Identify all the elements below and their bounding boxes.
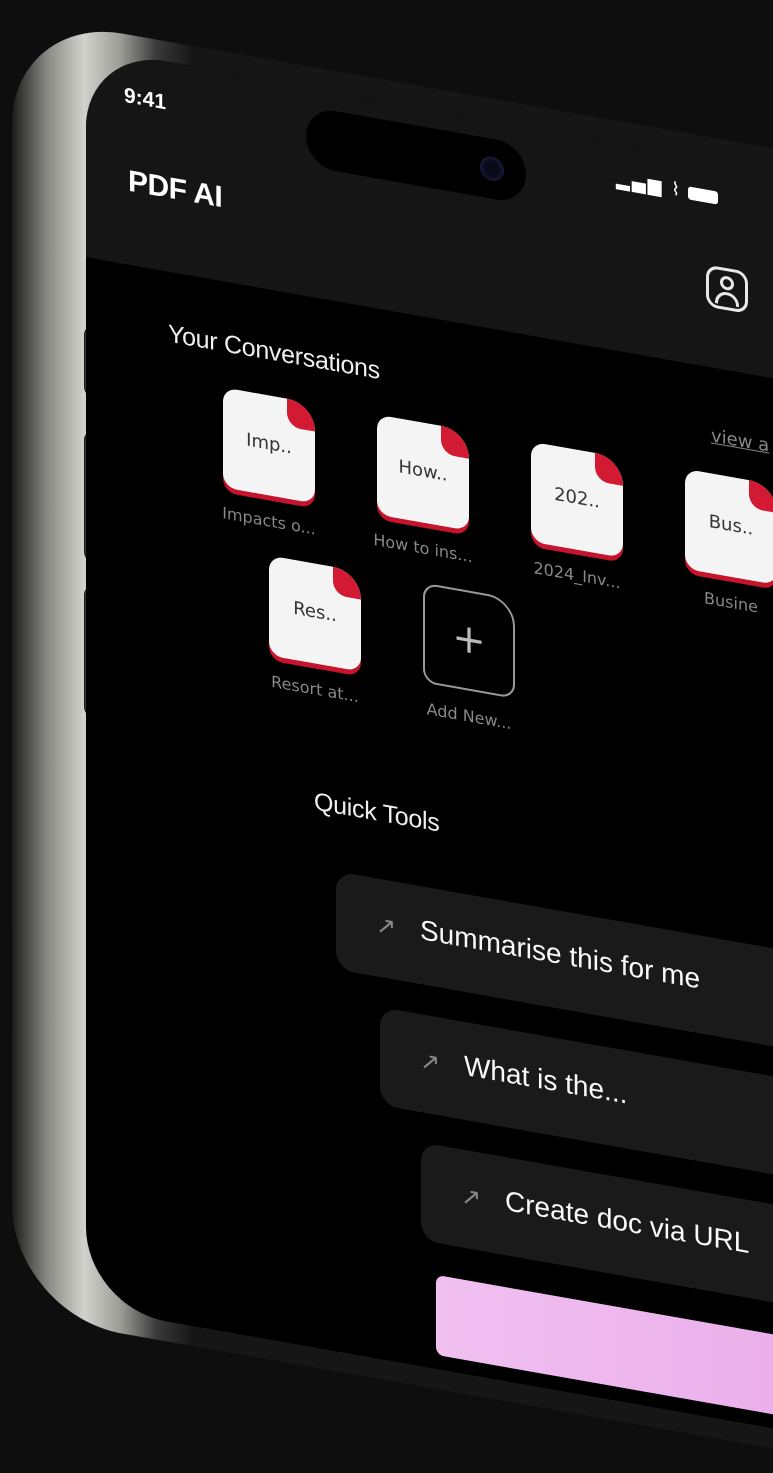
- add-document-icon: +: [423, 582, 515, 699]
- quick-tools-title: Quick Tools: [314, 787, 440, 838]
- conversation-item[interactable]: 202.. 2024_Inv...: [512, 438, 642, 596]
- add-new-button[interactable]: + Add New...: [404, 579, 534, 737]
- battery-icon: [688, 185, 719, 205]
- arrow-up-right-icon: ↗: [376, 910, 397, 942]
- status-time: 9:41: [124, 83, 167, 115]
- conversation-item[interactable]: Res.. Resort at...: [250, 552, 380, 710]
- arrow-up-right-icon: ↗: [461, 1181, 482, 1213]
- conversation-label: Busine: [704, 588, 758, 617]
- quick-tool-label: Create doc via URL: [505, 1185, 750, 1260]
- document-icon: Bus..: [685, 468, 773, 586]
- phone-screen: 9:41 ▂▄▆ ⌇ PDF AI Your Conversations vie…: [86, 47, 773, 1449]
- conversation-item[interactable]: How.. How to ins...: [358, 411, 488, 569]
- doc-abbr: Res..: [293, 597, 337, 627]
- conversation-label: Impacts o...: [222, 503, 316, 539]
- doc-abbr: Imp..: [246, 429, 292, 459]
- document-icon: How..: [377, 414, 469, 531]
- plus-icon: +: [452, 613, 486, 666]
- conversation-item[interactable]: Bus.. Busine: [666, 465, 773, 623]
- conversation-label: How to ins...: [373, 529, 473, 567]
- add-new-label: Add New...: [426, 699, 512, 734]
- conversation-item[interactable]: Imp.. Impacts o...: [204, 384, 334, 542]
- conversation-label: Resort at...: [271, 671, 359, 707]
- document-icon: Res..: [269, 555, 361, 672]
- app-title: PDF AI: [128, 164, 223, 215]
- user-icon[interactable]: [706, 264, 748, 314]
- quick-tool-label: Summarise this for me: [420, 914, 701, 995]
- quick-tool-label: What is the...: [464, 1049, 628, 1110]
- view-all-link[interactable]: view a: [711, 425, 769, 456]
- document-icon: 202..: [531, 441, 623, 558]
- signal-wifi-icon: ▂▄▆ ⌇: [616, 168, 683, 202]
- camera-icon: [480, 154, 504, 183]
- conversations-title: Your Conversations: [168, 319, 380, 385]
- phone-mockup: 9:41 ▂▄▆ ⌇ PDF AI Your Conversations vie…: [0, 0, 773, 1473]
- status-icons: ▂▄▆ ⌇: [616, 168, 719, 208]
- doc-abbr: How..: [398, 456, 448, 486]
- doc-abbr: 202..: [554, 483, 600, 513]
- dynamic-island: [306, 105, 526, 205]
- conversation-label: 2024_Inv...: [533, 558, 621, 593]
- arrow-up-right-icon: ↗: [420, 1046, 441, 1078]
- document-icon: Imp..: [223, 387, 315, 504]
- doc-abbr: Bus..: [708, 510, 754, 540]
